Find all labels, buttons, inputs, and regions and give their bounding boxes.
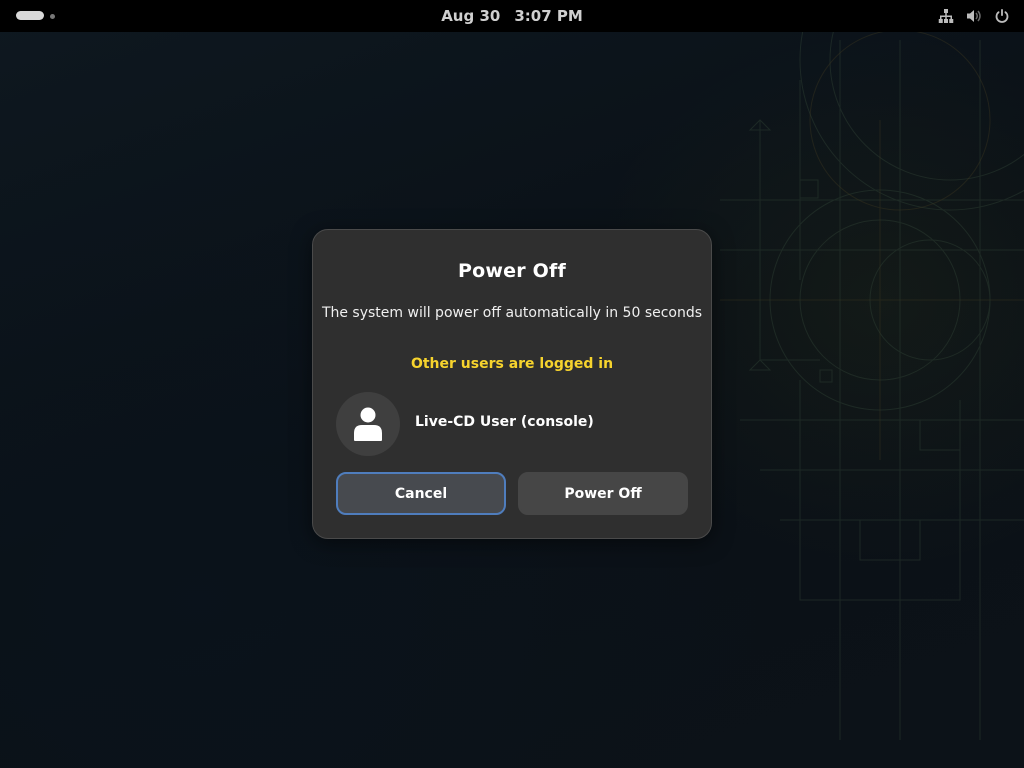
workspace-active-pill[interactable] xyxy=(16,11,44,20)
clock: Aug 30 3:07 PM xyxy=(0,0,1024,32)
dialog-title: Power Off xyxy=(458,260,566,282)
top-bar: Aug 30 3:07 PM xyxy=(0,0,1024,32)
power-icon[interactable] xyxy=(994,8,1010,24)
network-wired-icon[interactable] xyxy=(938,8,954,24)
system-tray[interactable] xyxy=(938,0,1010,32)
cancel-button[interactable]: Cancel xyxy=(336,472,506,515)
avatar xyxy=(336,392,400,456)
dialog-description: The system will power off automatically … xyxy=(321,305,703,321)
user-avatar-icon xyxy=(354,407,382,441)
activities-indicator[interactable] xyxy=(16,11,56,21)
logged-in-user-item: Live-CD User (console) xyxy=(336,392,686,456)
user-name: Live-CD User (console) xyxy=(415,414,594,430)
clock-time[interactable]: 3:07 PM xyxy=(514,7,582,25)
volume-muted-icon[interactable] xyxy=(966,8,982,24)
other-users-warning: Other users are logged in xyxy=(410,356,614,372)
power-off-button[interactable]: Power Off xyxy=(518,472,688,515)
power-off-dialog: Power Off The system will power off auto… xyxy=(312,229,712,539)
clock-date[interactable]: Aug 30 xyxy=(441,7,500,25)
workspace-dot[interactable] xyxy=(50,13,55,19)
